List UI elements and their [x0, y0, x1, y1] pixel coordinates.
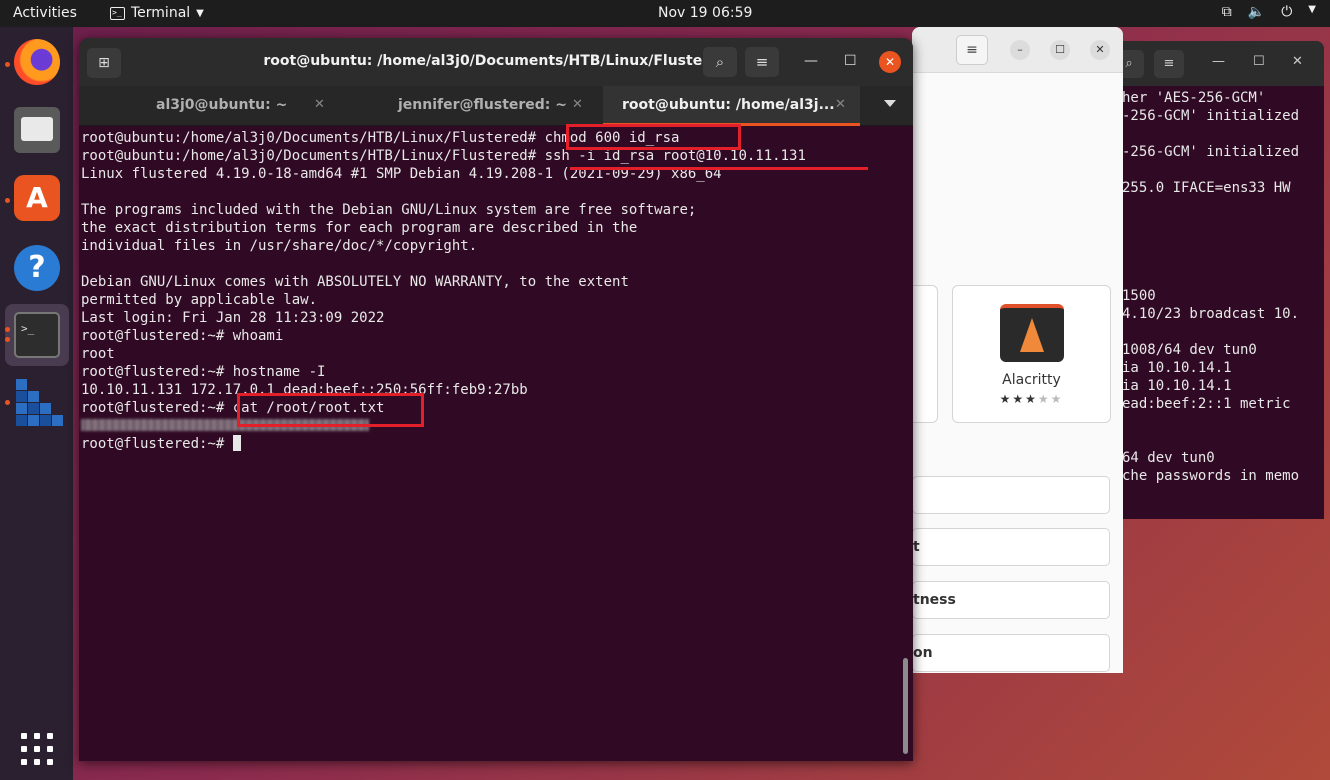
background-terminal-window[interactable]: ⌕ ≡ — ☐ ✕ her 'AES-256-GCM' -256-GCM' in… — [1116, 41, 1324, 519]
alacritty-icon — [1000, 304, 1064, 362]
hamburger-menu-icon[interactable]: ≡ — [1154, 50, 1184, 78]
terminal-line: root@flustered:~# cat /root/root.txt — [81, 400, 385, 416]
main-terminal-window[interactable]: ⊞ root@ubuntu: /home/al3j0/Documents/HTB… — [79, 38, 913, 761]
search-icon[interactable]: ⌕ — [703, 47, 737, 77]
close-icon[interactable]: ✕ — [879, 51, 901, 73]
app-name: Alacritty — [1002, 372, 1061, 388]
redacted-flag-line — [81, 417, 901, 435]
terminal-line: permitted by applicable law. — [81, 292, 318, 308]
terminal-prompt-line: root@flustered:~# — [81, 435, 901, 453]
close-icon[interactable]: ✕ — [835, 97, 846, 112]
terminal-output: her 'AES-256-GCM' -256-GCM' initialized … — [1122, 90, 1300, 484]
network-icon: ⧉ — [1221, 4, 1232, 20]
files-icon[interactable] — [14, 107, 60, 153]
app-menu[interactable]: >_ Terminal ▼ — [110, 5, 204, 21]
prompt: root@flustered:~# — [81, 436, 233, 452]
close-icon[interactable]: ✕ — [1090, 40, 1110, 60]
tab-root[interactable]: root@ubuntu: /home/al3j... ✕ — [603, 86, 860, 126]
tab-label: al3j0@ubuntu: ~ — [156, 97, 288, 113]
terminal-line: root@flustered:~# whoami — [81, 328, 284, 344]
firefox-icon[interactable] — [14, 39, 60, 85]
terminal-line: The programs included with the Debian GN… — [81, 202, 697, 218]
window-header: ≡ – ☐ ✕ — [912, 27, 1123, 73]
annotation-box — [237, 393, 424, 427]
running-indicator — [5, 198, 10, 203]
maximize-icon[interactable]: ☐ — [844, 53, 857, 69]
scrollbar[interactable] — [903, 658, 908, 754]
rating-stars: ★★★★★ — [999, 392, 1064, 406]
system-tray[interactable]: ⧉ 🔈 ⏻ ▼ — [1222, 4, 1316, 20]
chevron-down-icon: ▼ — [196, 7, 204, 19]
terminal-line: root — [81, 346, 115, 362]
text-cursor — [232, 435, 241, 451]
terminal-line: 10.10.11.131 172.17.0.1 dead:beef::250:5… — [81, 382, 528, 398]
minimize-icon[interactable]: — — [1212, 54, 1225, 69]
terminal-output[interactable]: root@ubuntu:/home/al3j0/Documents/HTB/Li… — [81, 129, 901, 453]
category-row[interactable]: t — [912, 528, 1110, 566]
running-indicator — [5, 337, 10, 342]
software-icon[interactable]: A — [14, 175, 60, 221]
tab-al3j0[interactable]: al3j0@ubuntu: ~ ✕ — [79, 86, 341, 126]
show-apps-icon[interactable] — [21, 733, 53, 765]
clock[interactable]: Nov 19 06:59 — [658, 5, 752, 21]
annotation-underline — [570, 167, 868, 170]
app-card[interactable] — [912, 285, 938, 423]
window-header: ⌕ ≡ — ☐ ✕ — [1116, 41, 1324, 86]
category-row[interactable] — [912, 476, 1110, 514]
dock: A ? >_ — [0, 27, 73, 780]
app-card-alacritty[interactable]: Alacritty ★★★★★ — [952, 285, 1111, 423]
tab-jennifer[interactable]: jennifer@flustered: ~ ✕ — [341, 86, 603, 126]
terminal-line: Debian GNU/Linux comes with ABSOLUTELY N… — [81, 274, 629, 290]
terminal-line: root@flustered:~# hostname -I — [81, 364, 326, 380]
hamburger-menu-icon[interactable]: ≡ — [956, 35, 988, 65]
running-indicator — [5, 62, 10, 67]
window-title: root@ubuntu: /home/al3j0/Documents/HTB/L… — [263, 53, 729, 69]
volume-icon: 🔈 — [1247, 4, 1266, 20]
app-menu-label: Terminal — [131, 5, 191, 21]
terminal-line: root@ubuntu:/home/al3j0/Documents/HTB/Li… — [81, 130, 680, 146]
minimize-icon[interactable]: — — [804, 53, 818, 69]
maximize-icon[interactable]: ☐ — [1253, 54, 1265, 69]
close-icon[interactable]: ✕ — [572, 97, 583, 112]
power-icon: ⏻ — [1281, 4, 1293, 20]
terminal-line: individual files in /usr/share/doc/*/cop… — [81, 238, 478, 254]
close-icon[interactable]: ✕ — [314, 97, 325, 112]
tab-bar: al3j0@ubuntu: ~ ✕ jennifer@flustered: ~ … — [79, 86, 913, 126]
close-icon[interactable]: ✕ — [1292, 54, 1303, 69]
software-window[interactable]: ≡ – ☐ ✕ Alacritty ★★★★★ t tness on — [912, 27, 1123, 673]
help-icon[interactable]: ? — [14, 245, 60, 291]
terminal-icon: >_ — [110, 6, 125, 20]
tab-label: root@ubuntu: /home/al3j... — [622, 97, 835, 113]
terminal-icon[interactable]: >_ — [14, 312, 60, 358]
minimize-icon[interactable]: – — [1010, 40, 1030, 60]
category-row[interactable]: tness — [912, 581, 1110, 619]
category-row[interactable]: on — [912, 634, 1110, 672]
annotation-box — [566, 124, 741, 150]
maximize-icon[interactable]: ☐ — [1050, 40, 1070, 60]
terminal-line: the exact distribution terms for each pr… — [81, 220, 638, 236]
running-indicator — [5, 327, 10, 332]
running-indicator — [5, 400, 10, 405]
vm-icon[interactable] — [14, 379, 63, 426]
activities-button[interactable]: Activities — [13, 5, 77, 21]
terminal-line: root@ubuntu:/home/al3j0/Documents/HTB/Li… — [81, 148, 806, 164]
tab-label: jennifer@flustered: ~ — [398, 97, 568, 113]
chevron-down-icon: ▼ — [1308, 4, 1316, 15]
terminal-line: Last login: Fri Jan 28 11:23:09 2022 — [81, 310, 385, 326]
top-bar: Activities >_ Terminal ▼ Nov 19 06:59 ⧉ … — [0, 0, 1330, 27]
tab-dropdown-icon[interactable] — [884, 100, 896, 107]
hamburger-menu-icon[interactable]: ≡ — [745, 47, 779, 77]
window-header: ⊞ root@ubuntu: /home/al3j0/Documents/HTB… — [79, 38, 913, 86]
